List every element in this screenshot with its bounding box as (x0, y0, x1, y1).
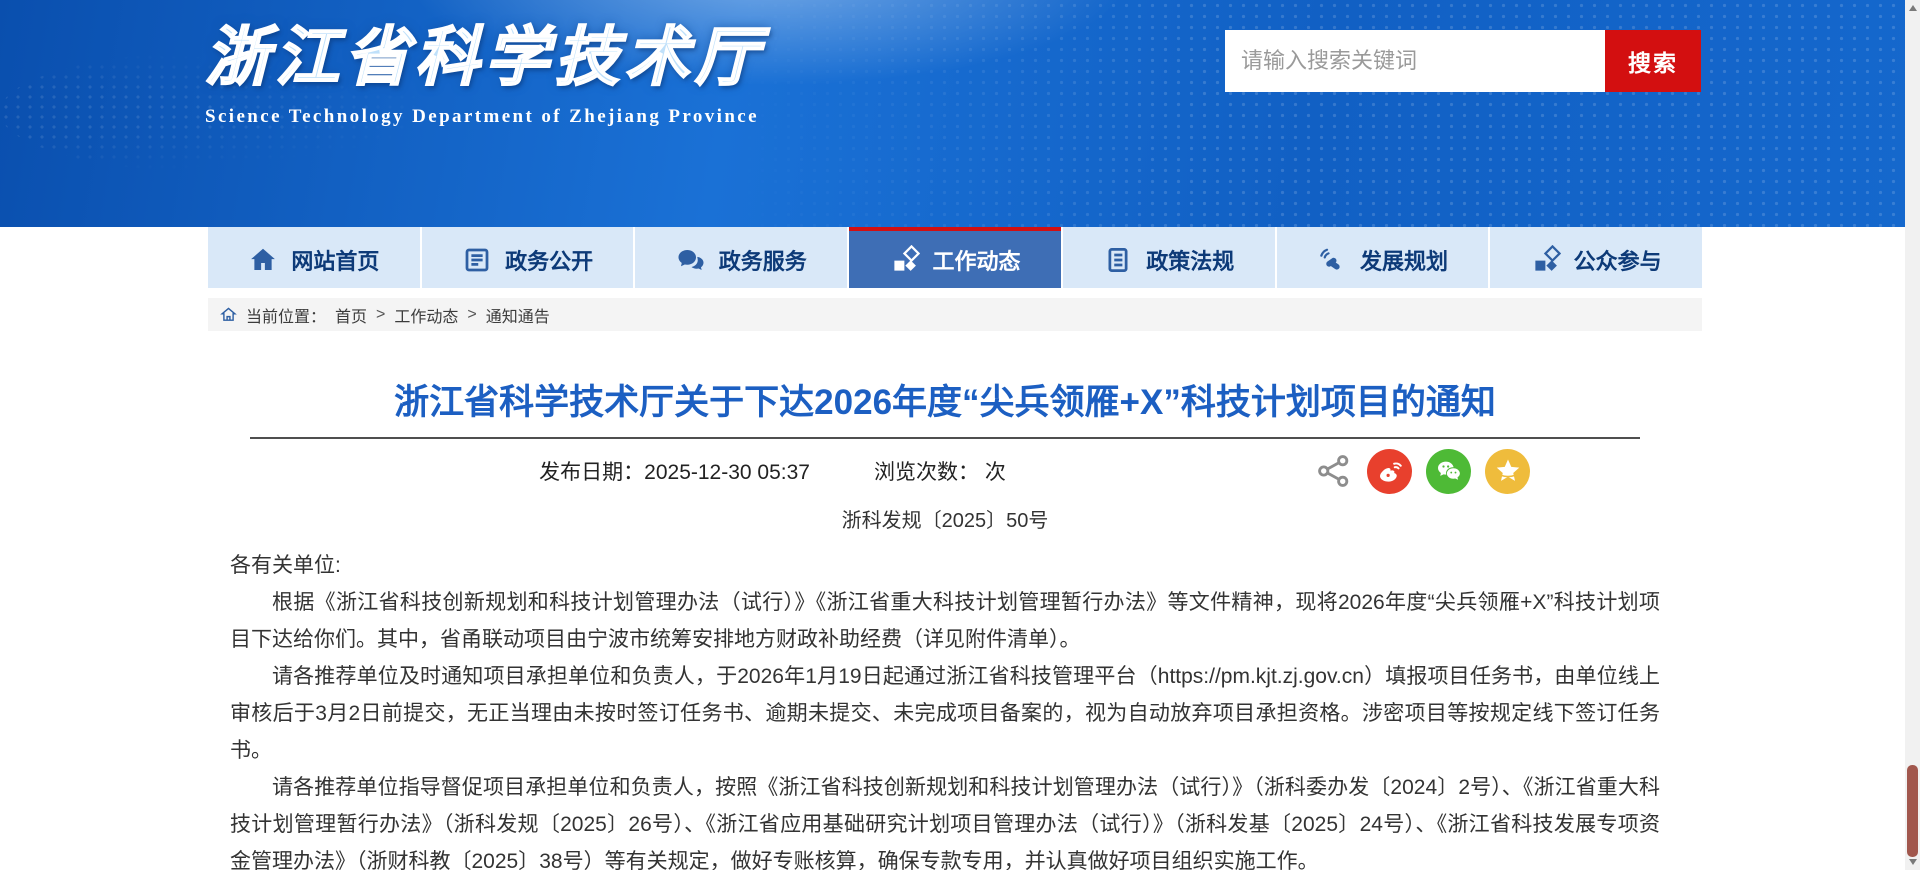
breadcrumb-link-notices[interactable]: 通知通告 (486, 303, 550, 327)
scroll-up-arrow-icon[interactable] (1905, 0, 1920, 16)
paragraph: 请各推荐单位指导督促项目承担单位和负责人，按照《浙江省科技创新规划和科技计划管理… (230, 769, 1660, 870)
site-logo-english: Science Technology Department of Zhejian… (205, 106, 765, 128)
article-body: 各有关单位: 根据《浙江省科技创新规划和科技计划管理办法（试行）》《浙江省重大科… (230, 547, 1660, 870)
nav-item-gov-services[interactable]: 政务服务 (635, 227, 847, 288)
search-input[interactable] (1225, 30, 1605, 92)
paragraph-salutation: 各有关单位: (230, 547, 1660, 584)
qzone-share-icon[interactable] (1485, 449, 1530, 494)
article-content: 浙江省科学技术厅关于下达2026年度“尖兵领雁+X”科技计划项目的通知 发布日期… (230, 365, 1660, 870)
breadcrumb-link-work-updates[interactable]: 工作动态 (394, 303, 458, 327)
nav-item-work-updates[interactable]: 工作动态 (849, 227, 1061, 288)
page-title: 浙江省科学技术厅关于下达2026年度“尖兵领雁+X”科技计划项目的通知 (230, 381, 1660, 425)
meta-text: 发布日期：2025-12-30 05:37 浏览次数： 次 (230, 456, 1315, 486)
nav-item-policies[interactable]: 政策法规 (1063, 227, 1275, 288)
site-logo: 浙江省科学技术厅 Science Technology Department o… (205, 6, 765, 128)
scroll-down-arrow-icon[interactable] (1905, 854, 1920, 870)
article-meta: 发布日期：2025-12-30 05:37 浏览次数： 次 (230, 439, 1660, 503)
home-icon (248, 245, 278, 275)
breadcrumb-separator: > (376, 306, 385, 324)
paragraph: 根据《浙江省科技创新规划和科技计划管理办法（试行）》《浙江省重大科技计划管理暂行… (230, 584, 1660, 658)
site-header: 浙江省科学技术厅 Science Technology Department o… (0, 0, 1920, 227)
document-number: 浙科发规〔2025〕50号 (230, 505, 1660, 537)
nav-item-public-participation[interactable]: 公众参与 (1490, 227, 1702, 288)
breadcrumb-link-home[interactable]: 首页 (335, 303, 367, 327)
nav-item-home[interactable]: 网站首页 (208, 227, 420, 288)
paragraph: 请各推荐单位及时通知项目承担单位和负责人，于2026年1月19日起通过浙江省科技… (230, 658, 1660, 769)
site-logo-chinese: 浙江省科学技术厅 (205, 6, 765, 98)
nav-item-label: 发展规划 (1360, 244, 1448, 276)
views-label: 浏览次数： (874, 461, 979, 484)
main-nav: 网站首页 政务公开 政务服务 (208, 227, 1702, 288)
share-toolbar (1315, 449, 1530, 494)
share-icon[interactable] (1315, 452, 1353, 490)
newspaper-icon (462, 245, 492, 275)
scrollbar-thumb[interactable] (1907, 765, 1918, 857)
breadcrumb-prefix: 当前位置： (246, 303, 326, 327)
nav-item-label: 网站首页 (291, 244, 379, 276)
blocks-icon (1531, 245, 1561, 275)
nav-item-gov-disclosure[interactable]: 政务公开 (422, 227, 634, 288)
nav-item-label: 政务服务 (719, 244, 807, 276)
vertical-scrollbar[interactable] (1905, 0, 1920, 870)
search-box: 搜索 (1225, 30, 1701, 92)
page: 浙江省科学技术厅 Science Technology Department o… (0, 0, 1920, 870)
publish-date-value: 2025-12-30 05:37 (644, 461, 810, 484)
nav-item-label: 公众参与 (1574, 244, 1662, 276)
breadcrumb-separator: > (467, 306, 476, 324)
wechat-share-icon[interactable] (1426, 449, 1471, 494)
breadcrumb: 当前位置： 首页 > 工作动态 > 通知通告 (208, 298, 1702, 331)
document-list-icon (1103, 245, 1133, 275)
search-button[interactable]: 搜索 (1605, 30, 1701, 92)
blocks-icon (890, 245, 920, 275)
nav-item-label: 工作动态 (933, 244, 1021, 276)
views-value: 次 (985, 461, 1006, 484)
nav-item-label: 政策法规 (1146, 244, 1234, 276)
handshake-icon (1317, 245, 1347, 275)
nav-item-label: 政务公开 (505, 244, 593, 276)
chat-bubbles-icon (676, 245, 706, 275)
nav-item-development-planning[interactable]: 发展规划 (1277, 227, 1489, 288)
weibo-share-icon[interactable] (1367, 449, 1412, 494)
publish-date-label: 发布日期： (539, 461, 644, 484)
home-outline-icon (220, 306, 237, 323)
